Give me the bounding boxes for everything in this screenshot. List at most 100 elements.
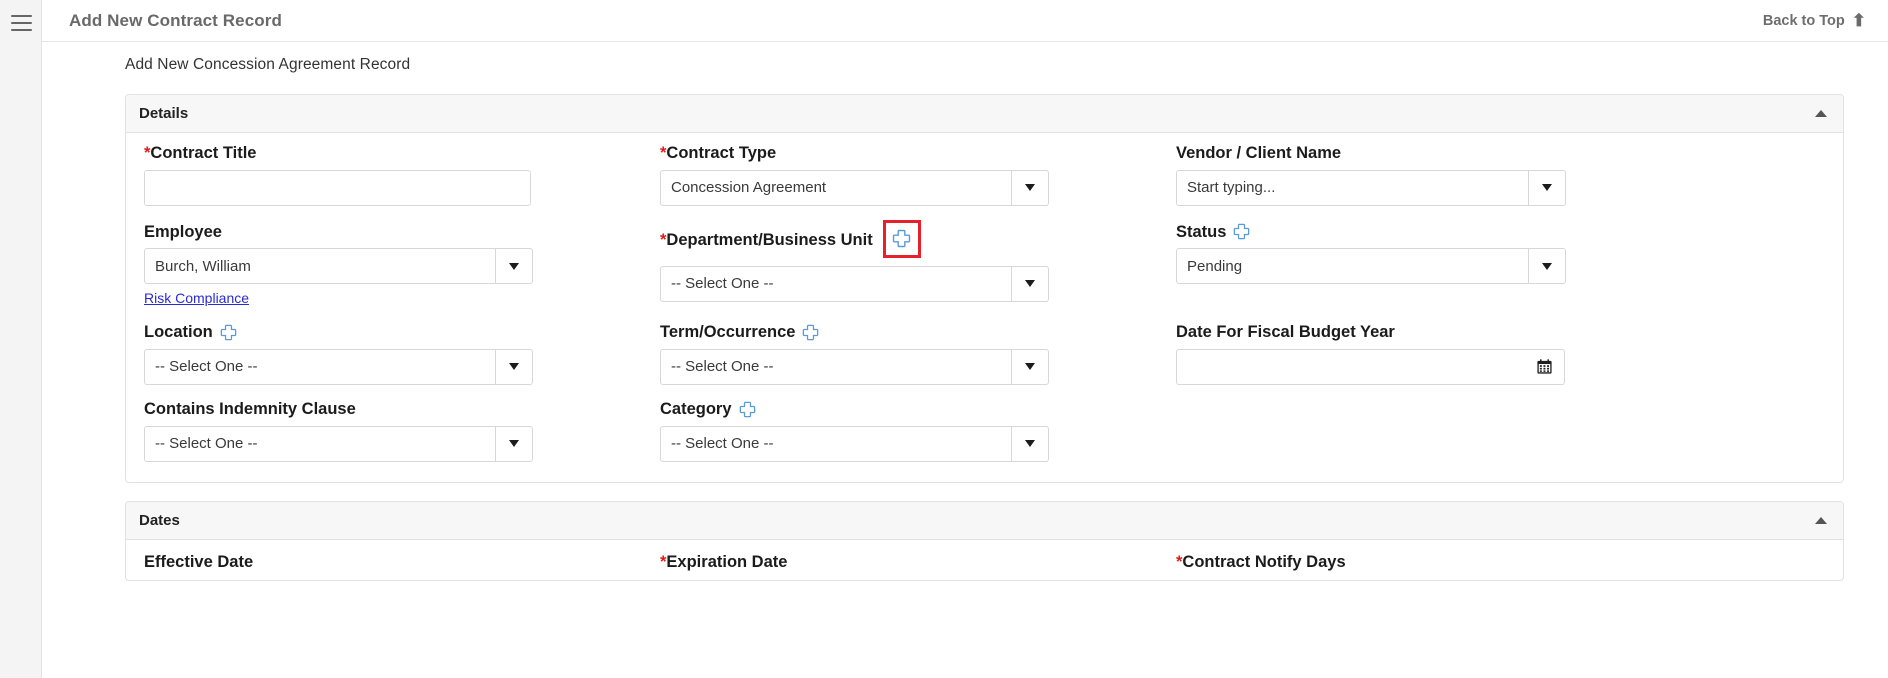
date-for-fiscal-budget-year-input[interactable] bbox=[1176, 348, 1525, 385]
calendar-icon[interactable] bbox=[1525, 348, 1565, 385]
field-employee: Employee Burch, William Risk Compliance bbox=[130, 222, 646, 309]
record-subtitle: Add New Concession Agreement Record bbox=[125, 56, 411, 73]
plus-icon[interactable] bbox=[802, 324, 819, 341]
caret-up-icon[interactable] bbox=[1815, 110, 1827, 117]
status-control: Pending bbox=[1176, 248, 1566, 285]
label-text: Contract Notify Days bbox=[1182, 552, 1346, 571]
chevron-down-icon[interactable] bbox=[495, 425, 533, 462]
contains-indemnity-clause-control: -- Select One -- bbox=[144, 425, 533, 462]
details-row-4-spacer bbox=[1162, 399, 1678, 462]
hamburger-bar bbox=[11, 15, 32, 17]
chevron-down-icon[interactable] bbox=[1011, 265, 1049, 302]
chevron-down-icon[interactable] bbox=[1011, 348, 1049, 385]
department-business-unit-select-value[interactable]: -- Select One -- bbox=[660, 265, 1011, 302]
field-status: Status Pending bbox=[1162, 222, 1678, 309]
chevron-down-icon[interactable] bbox=[1528, 169, 1566, 206]
chevron-down-icon[interactable] bbox=[1528, 248, 1566, 285]
label-text: Category bbox=[660, 399, 732, 418]
term-occurrence-control: -- Select One -- bbox=[660, 348, 1049, 385]
contract-type-control: Concession Agreement bbox=[660, 169, 1049, 206]
employee-label: Employee bbox=[144, 222, 632, 243]
contract-title-input[interactable] bbox=[144, 169, 531, 206]
details-row-1: *Contract Title *Contract Type Concessio… bbox=[126, 143, 1843, 206]
category-label: Category bbox=[660, 399, 1148, 420]
details-panel-body: *Contract Title *Contract Type Concessio… bbox=[126, 133, 1843, 482]
hamburger-menu-icon[interactable] bbox=[11, 15, 32, 31]
label-text: Contract Title bbox=[150, 144, 257, 162]
plus-icon[interactable] bbox=[220, 324, 237, 341]
label-text: Expiration Date bbox=[666, 552, 788, 571]
dates-panel-header[interactable]: Dates bbox=[126, 501, 1843, 540]
dates-row-1: Effective Date *Expiration Date *Contrac… bbox=[126, 552, 1843, 579]
label-text: Employee bbox=[144, 222, 222, 241]
contract-title-label: *Contract Title bbox=[144, 143, 632, 164]
details-row-2: Employee Burch, William Risk Compliance … bbox=[126, 219, 1843, 309]
plus-icon[interactable] bbox=[739, 401, 756, 418]
field-contains-indemnity-clause: Contains Indemnity Clause -- Select One … bbox=[130, 399, 646, 462]
date-for-fiscal-budget-year-label: Date For Fiscal Budget Year bbox=[1176, 322, 1664, 343]
contract-type-label: *Contract Type bbox=[660, 143, 1148, 164]
label-text: Date For Fiscal Budget Year bbox=[1176, 323, 1395, 342]
plus-icon[interactable] bbox=[892, 229, 911, 248]
label-text: Status bbox=[1176, 222, 1227, 241]
term-occurrence-label: Term/Occurrence bbox=[660, 322, 1148, 343]
field-contract-notify-days: *Contract Notify Days bbox=[1162, 552, 1678, 579]
field-term-occurrence: Term/Occurrence -- Select One -- bbox=[646, 322, 1162, 385]
chevron-down-icon[interactable] bbox=[1011, 169, 1049, 206]
field-contract-type: *Contract Type Concession Agreement bbox=[646, 143, 1162, 206]
dates-panel-body: Effective Date *Expiration Date *Contrac… bbox=[126, 540, 1843, 580]
highlight-box bbox=[882, 219, 921, 258]
date-for-fiscal-budget-year-control bbox=[1176, 348, 1565, 385]
status-select-value[interactable]: Pending bbox=[1176, 248, 1528, 285]
plus-icon[interactable] bbox=[1233, 223, 1250, 240]
label-text: Contract Type bbox=[666, 144, 777, 162]
dates-panel: Dates Effective Date *Expiration Date *C… bbox=[125, 500, 1844, 581]
expiration-date-label: *Expiration Date bbox=[660, 552, 1148, 573]
details-panel-title: Details bbox=[139, 105, 189, 122]
location-label: Location bbox=[144, 322, 632, 343]
department-business-unit-control: -- Select One -- bbox=[660, 265, 1049, 302]
field-expiration-date: *Expiration Date bbox=[646, 552, 1162, 579]
chevron-down-icon[interactable] bbox=[495, 248, 533, 285]
hamburger-bar bbox=[11, 22, 32, 24]
status-label: Status bbox=[1176, 222, 1664, 243]
left-sidebar-rail bbox=[0, 0, 42, 678]
category-control: -- Select One -- bbox=[660, 425, 1049, 462]
hamburger-bar bbox=[11, 29, 32, 31]
dates-panel-title: Dates bbox=[139, 511, 180, 529]
details-panel: Details *Contract Title *Contract Type C… bbox=[125, 94, 1844, 483]
field-department-business-unit: *Department/Business Unit -- Select One … bbox=[646, 219, 1162, 309]
top-bar: Add New Contract Record Back to Top ⬆ bbox=[42, 0, 1888, 42]
field-date-for-fiscal-budget-year: Date For Fiscal Budget Year bbox=[1162, 322, 1678, 385]
employee-control: Burch, William bbox=[144, 248, 533, 285]
app-root: Add New Contract Record Back to Top ⬆ Ad… bbox=[0, 0, 1888, 678]
term-occurrence-select-value[interactable]: -- Select One -- bbox=[660, 348, 1011, 385]
label-text: Effective Date bbox=[144, 552, 254, 571]
field-vendor-client-name: Vendor / Client Name Start typing... bbox=[1162, 143, 1678, 206]
vendor-client-name-label: Vendor / Client Name bbox=[1176, 143, 1664, 164]
back-to-top-button[interactable]: Back to Top ⬆ bbox=[1763, 12, 1866, 29]
label-text: Term/Occurrence bbox=[660, 323, 796, 342]
label-text: Location bbox=[144, 323, 213, 342]
details-panel-header[interactable]: Details bbox=[126, 95, 1843, 133]
chevron-down-icon[interactable] bbox=[495, 348, 533, 385]
category-select-value[interactable]: -- Select One -- bbox=[660, 425, 1011, 462]
contract-title-control bbox=[144, 169, 531, 206]
label-text: Department/Business Unit bbox=[666, 231, 873, 250]
department-business-unit-label: *Department/Business Unit bbox=[660, 219, 1148, 260]
details-row-4: Contains Indemnity Clause -- Select One … bbox=[126, 399, 1843, 462]
content-scroll-area[interactable]: Add New Concession Agreement Record Deta… bbox=[42, 42, 1888, 678]
vendor-client-name-input[interactable]: Start typing... bbox=[1176, 169, 1528, 206]
chevron-down-icon[interactable] bbox=[1011, 425, 1049, 462]
field-category: Category -- Select One -- bbox=[646, 399, 1162, 462]
caret-up-icon[interactable] bbox=[1815, 516, 1827, 524]
location-control: -- Select One -- bbox=[144, 348, 533, 385]
contract-type-select-value[interactable]: Concession Agreement bbox=[660, 169, 1011, 206]
risk-compliance-link[interactable]: Risk Compliance bbox=[144, 290, 249, 306]
contains-indemnity-clause-select-value[interactable]: -- Select One -- bbox=[144, 425, 495, 462]
employee-select-value[interactable]: Burch, William bbox=[144, 248, 495, 285]
back-to-top-label: Back to Top bbox=[1762, 12, 1845, 29]
location-select-value[interactable]: -- Select One -- bbox=[144, 348, 495, 385]
field-contract-title: *Contract Title bbox=[130, 143, 646, 206]
contract-notify-days-label: *Contract Notify Days bbox=[1176, 552, 1664, 573]
